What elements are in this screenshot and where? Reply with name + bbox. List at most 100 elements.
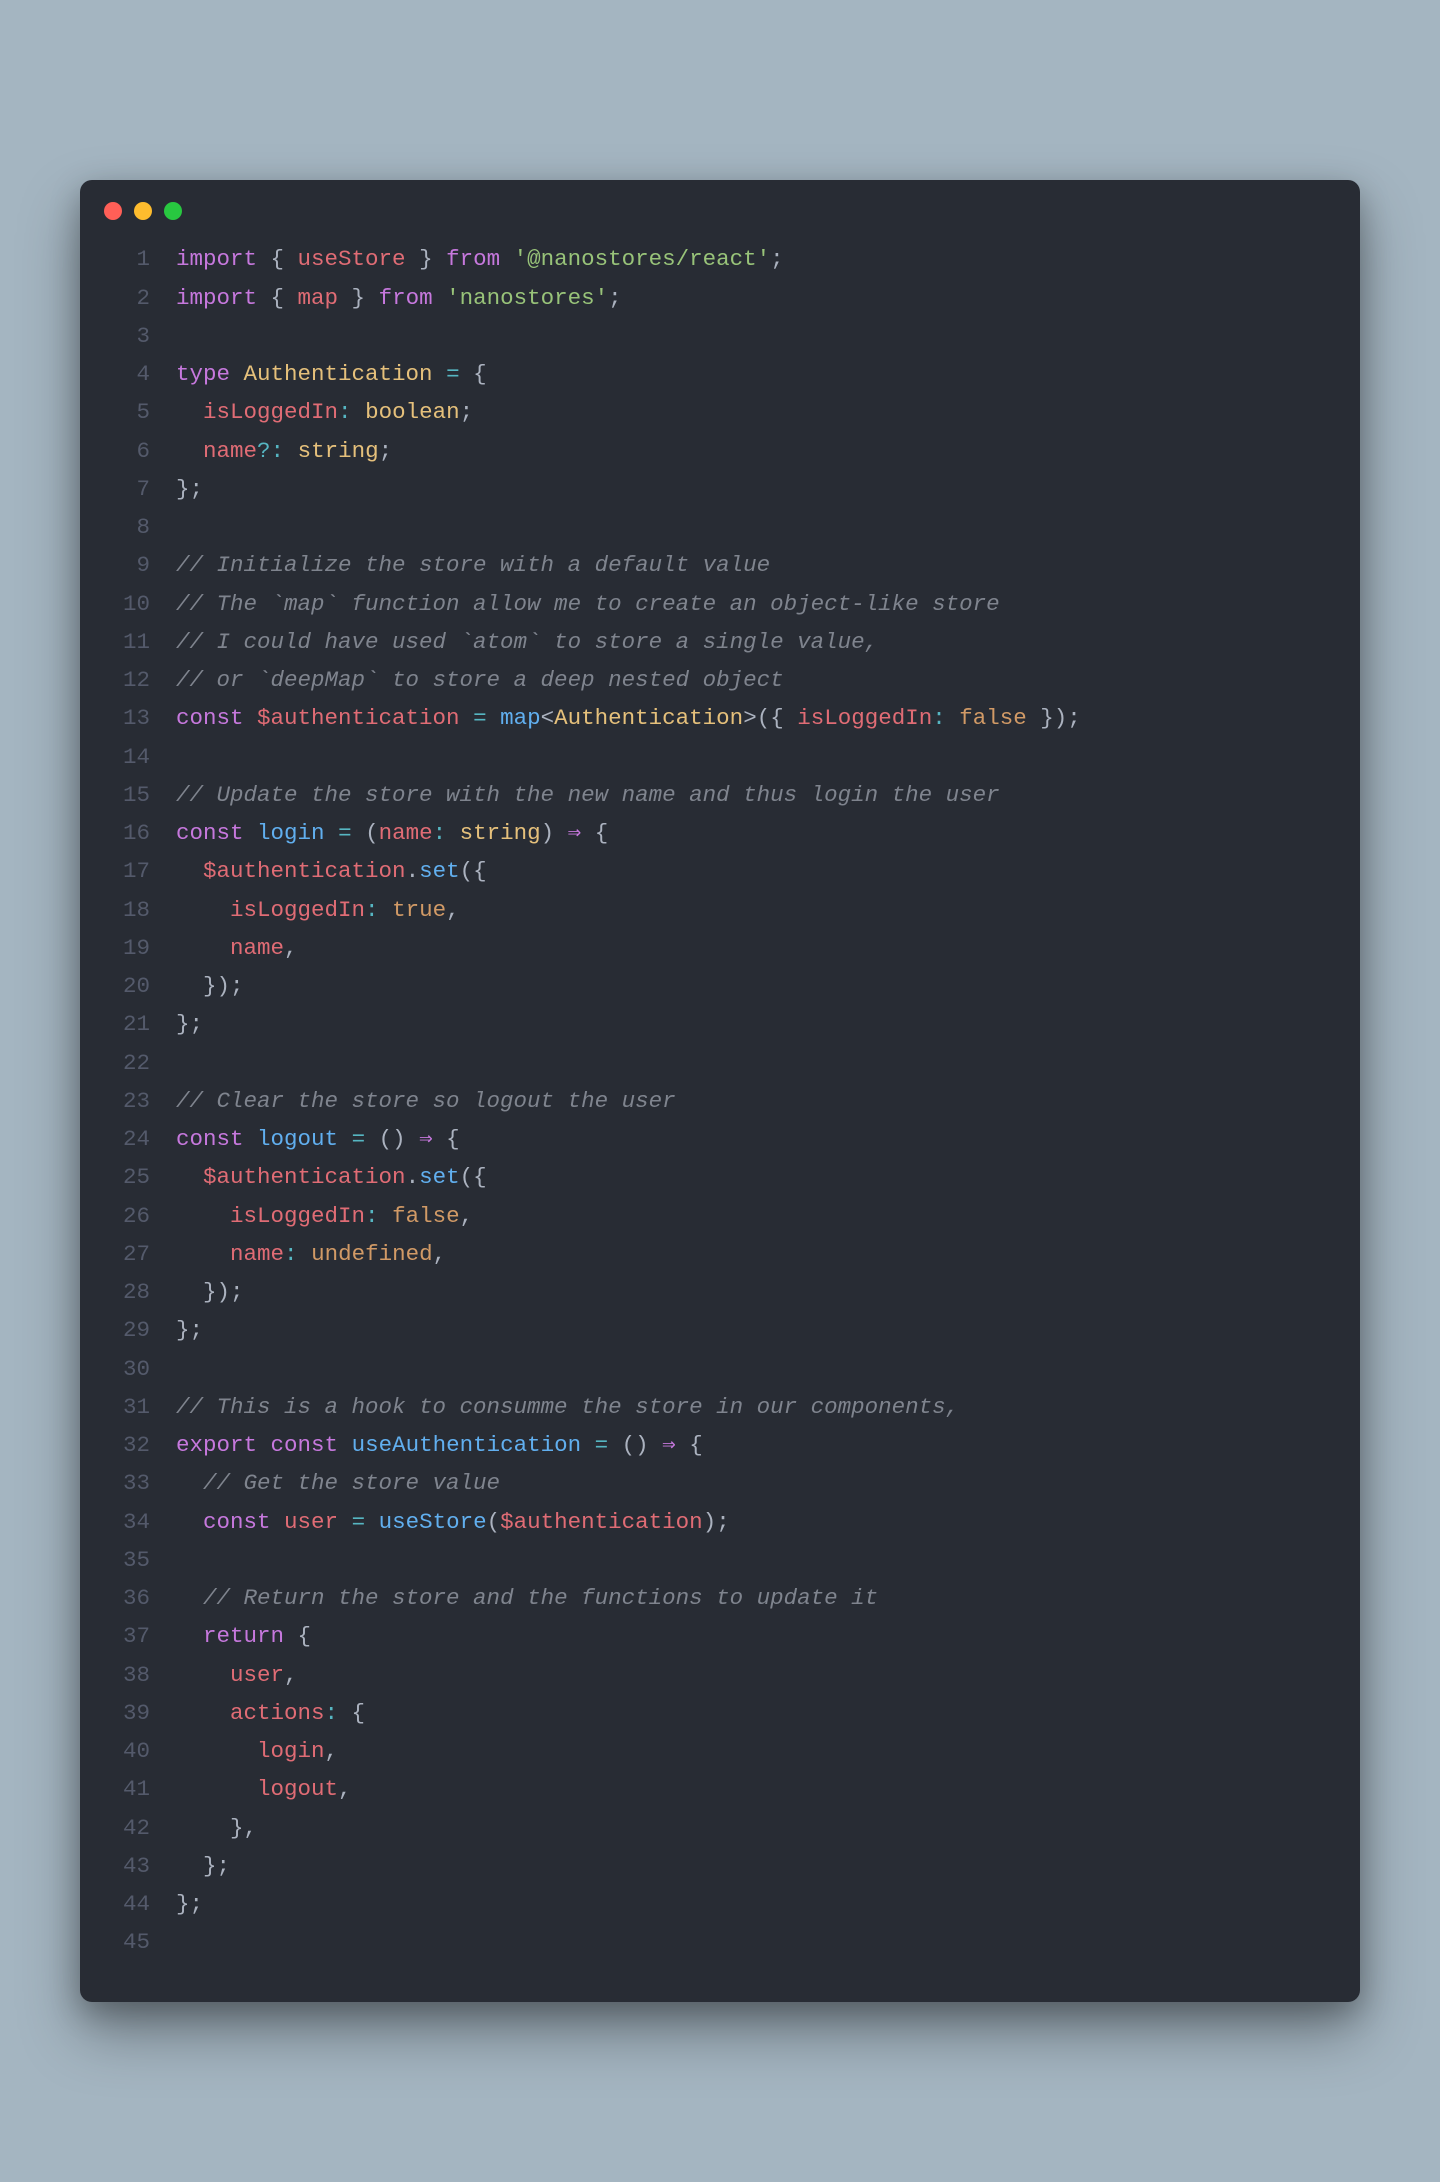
code-line: 15 // Update the store with the new name … xyxy=(100,776,1332,814)
line-number: 10 xyxy=(100,585,150,623)
line-content: // This is a hook to consumme the store … xyxy=(176,1388,1332,1426)
line-content: }; xyxy=(176,1885,1332,1923)
line-content: actions: { xyxy=(176,1694,1332,1732)
code-line: 11// I could have used `atom` to store a… xyxy=(100,623,1332,661)
line-number: 1 xyxy=(100,240,150,278)
code-line: 17 $authentication.set({ xyxy=(100,852,1332,890)
line-content: }; xyxy=(176,1311,1332,1349)
line-number: 45 xyxy=(100,1923,150,1961)
code-line: 18 isLoggedIn: true, xyxy=(100,891,1332,929)
code-line: 6 name?: string; xyxy=(100,432,1332,470)
code-line: 12// or `deepMap` to store a deep nested… xyxy=(100,661,1332,699)
code-line: 45 xyxy=(100,1923,1332,1961)
code-line: 20 }); xyxy=(100,967,1332,1005)
code-line: 19 name, xyxy=(100,929,1332,967)
line-number: 29 xyxy=(100,1311,150,1349)
line-content: $authentication.set({ xyxy=(176,852,1332,890)
line-content: }; xyxy=(176,1847,1332,1885)
line-number: 20 xyxy=(100,967,150,1005)
code-line: 42 }, xyxy=(100,1809,1332,1847)
line-content: }); xyxy=(176,1273,1332,1311)
line-number: 16 xyxy=(100,814,150,852)
line-content: logout, xyxy=(176,1770,1332,1808)
line-content: $authentication.set({ xyxy=(176,1158,1332,1196)
code-line: 43 }; xyxy=(100,1847,1332,1885)
line-content xyxy=(176,1541,1332,1579)
line-number: 38 xyxy=(100,1656,150,1694)
minimize-icon[interactable] xyxy=(134,202,152,220)
close-icon[interactable] xyxy=(104,202,122,220)
line-number: 26 xyxy=(100,1197,150,1235)
line-content xyxy=(176,317,1332,355)
line-number: 37 xyxy=(100,1617,150,1655)
line-content: // Initialize the store with a default v… xyxy=(176,546,1332,584)
line-number: 15 xyxy=(100,776,150,814)
line-content: // Update the store with the new name an… xyxy=(176,776,1332,814)
code-line: 30 xyxy=(100,1350,1332,1388)
line-content xyxy=(176,508,1332,546)
line-number: 17 xyxy=(100,852,150,890)
line-number: 8 xyxy=(100,508,150,546)
line-content: }, xyxy=(176,1809,1332,1847)
code-editor: 1import { useStore } from '@nanostores/r… xyxy=(80,230,1360,2001)
code-line: 4type Authentication = { xyxy=(100,355,1332,393)
line-number: 36 xyxy=(100,1579,150,1617)
line-content: login, xyxy=(176,1732,1332,1770)
code-line: 36 // Return the store and the functions… xyxy=(100,1579,1332,1617)
code-line: 13const $authentication = map<Authentica… xyxy=(100,699,1332,737)
line-content: // or `deepMap` to store a deep nested o… xyxy=(176,661,1332,699)
code-line: 32 export const useAuthentication = () ⇒ … xyxy=(100,1426,1332,1464)
line-content: name: undefined, xyxy=(176,1235,1332,1273)
code-line: 39 actions: { xyxy=(100,1694,1332,1732)
line-content: }); xyxy=(176,967,1332,1005)
line-content: export const useAuthentication = () ⇒ { xyxy=(176,1426,1332,1464)
code-line: 3 xyxy=(100,317,1332,355)
code-line: 35 xyxy=(100,1541,1332,1579)
line-content: return { xyxy=(176,1617,1332,1655)
line-number: 18 xyxy=(100,891,150,929)
line-number: 21 xyxy=(100,1005,150,1043)
line-number: 14 xyxy=(100,738,150,776)
line-content: // I could have used `atom` to store a s… xyxy=(176,623,1332,661)
line-number: 44 xyxy=(100,1885,150,1923)
code-line: 27 name: undefined, xyxy=(100,1235,1332,1273)
line-number: 4 xyxy=(100,355,150,393)
line-content: const user = useStore($authentication); xyxy=(176,1503,1332,1541)
line-content xyxy=(176,738,1332,776)
zoom-icon[interactable] xyxy=(164,202,182,220)
code-line: 25 $authentication.set({ xyxy=(100,1158,1332,1196)
code-line: 24 const logout = () ⇒ { xyxy=(100,1120,1332,1158)
code-line: 21}; xyxy=(100,1005,1332,1043)
line-number: 35 xyxy=(100,1541,150,1579)
code-line: 14 xyxy=(100,738,1332,776)
line-number: 41 xyxy=(100,1770,150,1808)
line-number: 27 xyxy=(100,1235,150,1273)
line-number: 6 xyxy=(100,432,150,470)
code-line: 22 xyxy=(100,1044,1332,1082)
line-content: const logout = () ⇒ { xyxy=(176,1120,1332,1158)
code-line: 2import { map } from 'nanostores'; xyxy=(100,279,1332,317)
line-content: isLoggedIn: false, xyxy=(176,1197,1332,1235)
line-number: 33 xyxy=(100,1464,150,1502)
line-content: }; xyxy=(176,1005,1332,1043)
code-line: 5 isLoggedIn: boolean; xyxy=(100,393,1332,431)
line-number: 30 xyxy=(100,1350,150,1388)
line-number: 25 xyxy=(100,1158,150,1196)
titlebar xyxy=(80,180,1360,230)
line-number: 39 xyxy=(100,1694,150,1732)
code-line: 16 const login = (name: string) ⇒ { xyxy=(100,814,1332,852)
line-number: 42 xyxy=(100,1809,150,1847)
line-content: const login = (name: string) ⇒ { xyxy=(176,814,1332,852)
code-line: 44}; xyxy=(100,1885,1332,1923)
line-number: 2 xyxy=(100,279,150,317)
line-number: 24 xyxy=(100,1120,150,1158)
line-number: 3 xyxy=(100,317,150,355)
line-number: 32 xyxy=(100,1426,150,1464)
code-line: 33 // Get the store value xyxy=(100,1464,1332,1502)
line-content: // Return the store and the functions to… xyxy=(176,1579,1332,1617)
code-line: 9// Initialize the store with a default … xyxy=(100,546,1332,584)
code-line: 31// This is a hook to consumme the stor… xyxy=(100,1388,1332,1426)
line-number: 40 xyxy=(100,1732,150,1770)
line-content xyxy=(176,1044,1332,1082)
code-window: 1import { useStore } from '@nanostores/r… xyxy=(80,180,1360,2001)
